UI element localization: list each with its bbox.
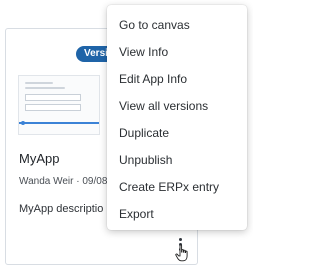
app-context-menu: Go to canvas View Info Edit App Info Vie…: [107, 5, 247, 230]
menu-item-unpublish[interactable]: Unpublish: [107, 147, 247, 174]
menu-item-create-erpx-entry[interactable]: Create ERPx entry: [107, 174, 247, 201]
menu-item-duplicate[interactable]: Duplicate: [107, 120, 247, 147]
menu-item-view-info[interactable]: View Info: [107, 39, 247, 66]
menu-item-view-all-versions[interactable]: View all versions: [107, 93, 247, 120]
menu-item-export[interactable]: Export: [107, 201, 247, 228]
app-title: MyApp: [19, 151, 60, 166]
app-thumbnail: [18, 75, 100, 135]
app-gallery: Version MyApp Wanda Weir · 09/08/2 MyApp…: [0, 0, 253, 270]
app-author-date: Wanda Weir · 09/08/2: [19, 176, 116, 187]
app-description: MyApp descriptio: [19, 203, 104, 215]
menu-item-edit-app-info[interactable]: Edit App Info: [107, 66, 247, 93]
menu-item-go-to-canvas[interactable]: Go to canvas: [107, 12, 247, 39]
hand-pointer-cursor: [175, 244, 188, 262]
